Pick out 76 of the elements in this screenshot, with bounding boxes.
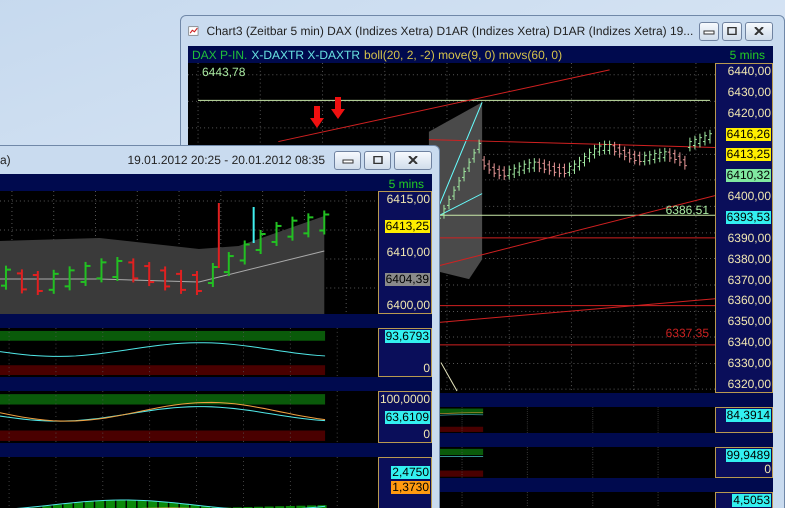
legend-text: X-DAXTR X-DAXTR — [251, 48, 360, 62]
price-bar — [192, 270, 202, 295]
price-tag: 6393,53 — [726, 211, 771, 224]
price-bar — [64, 266, 75, 290]
price-bar — [48, 270, 59, 294]
price-tag: 2,4750 — [391, 466, 430, 479]
axis-tick-label: 6320,00 — [728, 378, 771, 391]
close-button[interactable] — [745, 22, 773, 40]
legend-text: DAX P-IN. — [192, 48, 248, 62]
histogram-bar — [318, 505, 327, 508]
axis-tick-label: 6380,00 — [728, 252, 771, 266]
price-bar — [128, 258, 138, 282]
axis-tick-label: 6360,00 — [728, 294, 771, 308]
price-tag: 6404,39 — [384, 272, 430, 286]
axis-tick-label: 6440,00 — [728, 65, 771, 78]
axis-tick-label: 6350,00 — [728, 315, 771, 328]
price-bar — [176, 270, 186, 294]
price-tag: 6413,25 — [384, 220, 430, 232]
price-bar — [303, 213, 314, 238]
axis-tick-label: 6370,00 — [728, 274, 771, 287]
indicator-line — [440, 362, 458, 392]
price-bar — [32, 271, 43, 295]
close-icon — [407, 156, 419, 164]
window-title: a) — [0, 153, 11, 167]
price-tag: 4,5053 — [732, 494, 771, 507]
window-title: Chart3 (Zeitbar 5 min) DAX (Indizes Xetra) D1AR (Indizes Xetra) D1AR (Indizes Xetra) 19... — [206, 24, 694, 38]
axis-tick-label: 100,0000 — [380, 393, 430, 406]
axis-tick-label: 6400,00 — [728, 190, 771, 204]
down-arrow-icon — [310, 106, 324, 128]
close-icon — [753, 27, 766, 35]
interval-label: 5 mins — [388, 176, 424, 190]
maximize-button[interactable] — [364, 150, 391, 170]
price-bar — [80, 262, 91, 286]
price-level-label: 6443,78 — [202, 65, 246, 79]
minimize-button[interactable] — [334, 150, 361, 170]
axis-tick-label: 6420,00 — [728, 106, 771, 120]
price-tag: 93,6793 — [384, 330, 430, 343]
price-bar — [240, 240, 250, 264]
price-tag: 6410,32 — [726, 169, 771, 182]
maximize-button[interactable] — [722, 22, 742, 40]
axis-tick-label: 6340,00 — [728, 336, 771, 350]
price-bar — [96, 258, 106, 282]
date-range: 19.01.2012 20:25 - 20.01.2012 08:35 — [127, 153, 325, 167]
down-arrow-icon — [331, 97, 345, 119]
axis-tick-label: 6430,00 — [728, 86, 771, 99]
price-bar — [319, 210, 330, 234]
axis-tick-label: 6415,00 — [386, 193, 430, 206]
price-tag: 84,3914 — [726, 409, 771, 422]
price-tag: 6416,26 — [726, 128, 771, 141]
price-tag: 99,9489 — [726, 449, 771, 462]
close-button[interactable] — [394, 150, 432, 170]
price-tag: 63,6109 — [384, 410, 430, 424]
axis-tick-label: 0 — [764, 463, 771, 476]
price-bar — [144, 262, 154, 286]
price-bar — [224, 252, 234, 276]
restore-icon — [372, 156, 384, 164]
price-tag: 6413,25 — [726, 148, 771, 162]
axis-tick-label: 6400,00 — [386, 299, 430, 312]
price-bar — [160, 266, 170, 290]
axis-tick-label: 6330,00 — [728, 357, 771, 370]
axis-tick-label: 6410,00 — [386, 246, 430, 259]
axis-tick-label: 0 — [423, 428, 430, 441]
axis-tick-label: 6390,00 — [728, 232, 771, 245]
restore-icon — [726, 27, 738, 35]
price-bar — [272, 222, 282, 246]
price-bar — [112, 257, 122, 281]
price-tag: 1,3730 — [391, 481, 430, 494]
price-bar — [16, 269, 27, 294]
price-level-label: 6337,35 — [666, 326, 709, 340]
axis-tick-label: 0 — [423, 362, 430, 375]
interval-label: 5 mins — [730, 48, 765, 62]
price-bar — [1, 266, 11, 290]
legend-text: boll(20, 2, -2) move(9, 0) movs(60, 0) — [364, 48, 562, 62]
minimize-button[interactable] — [699, 22, 720, 40]
price-bar — [287, 216, 298, 241]
price-level-label: 6386,51 — [666, 203, 709, 217]
